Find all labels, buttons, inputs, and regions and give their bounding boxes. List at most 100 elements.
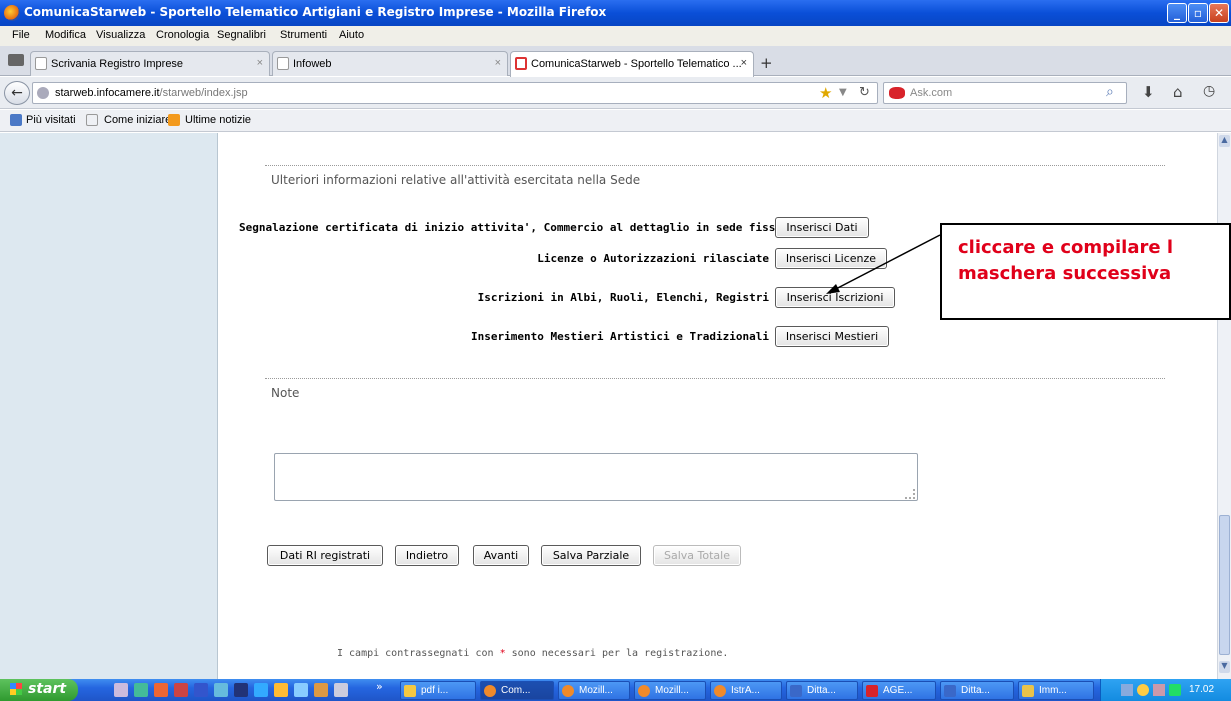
scrollbar-thumb[interactable]: [1219, 515, 1230, 655]
indietro-button[interactable]: Indietro: [395, 545, 459, 566]
reload-icon[interactable]: ↻: [859, 85, 870, 100]
quicklaunch-icon[interactable]: [334, 683, 348, 697]
more-icon[interactable]: »: [376, 680, 383, 693]
callout-box: cliccare e compilare l maschera successi…: [940, 223, 1231, 320]
close-button[interactable]: ✕: [1209, 3, 1229, 23]
word-icon: [790, 685, 802, 697]
page-icon: [35, 57, 47, 70]
required-fields-note: I campi contrassegnati con * sono necess…: [337, 648, 729, 659]
quicklaunch-icon[interactable]: [194, 683, 208, 697]
menu-visualizza[interactable]: Visualizza: [96, 29, 145, 41]
search-icon[interactable]: ⌕: [1106, 84, 1114, 100]
tab-close-icon[interactable]: ×: [495, 57, 501, 69]
page-icon: [86, 114, 98, 126]
quicklaunch-icon[interactable]: [114, 683, 128, 697]
history-icon[interactable]: ◷: [1203, 83, 1215, 99]
taskbar-item-active[interactable]: Com...: [480, 681, 554, 700]
system-tray: 17.02: [1100, 679, 1231, 701]
new-tab-button[interactable]: +: [760, 54, 773, 72]
avanti-button[interactable]: Avanti: [473, 545, 529, 566]
vertical-scrollbar[interactable]: ▲ ▼: [1217, 133, 1231, 679]
dropdown-icon[interactable]: ▼: [839, 87, 847, 98]
firefox-icon: [638, 685, 650, 697]
tray-icon[interactable]: [1169, 684, 1181, 696]
window-title: ComunicaStarweb - Sportello Telematico A…: [24, 5, 607, 19]
bookmarks-toolbar: Più visitati Come iniziare Ultime notizi…: [0, 110, 1231, 132]
page-icon: [277, 57, 289, 70]
left-panel: [0, 133, 218, 679]
url-path: /starweb/index.jsp: [159, 87, 248, 99]
menu-segnalibri[interactable]: Segnalibri: [217, 29, 266, 41]
search-engine-label: Ask.com: [910, 87, 953, 99]
label-scia: Segnalazione certificata di inizio attiv…: [239, 221, 783, 234]
tray-icon[interactable]: [1153, 684, 1165, 696]
taskbar-item[interactable]: Ditta...: [940, 681, 1014, 700]
network-icon[interactable]: [1121, 684, 1133, 696]
quicklaunch-icon[interactable]: [134, 683, 148, 697]
menu-aiuto[interactable]: Aiuto: [339, 29, 364, 41]
globe-icon: [37, 87, 49, 99]
quicklaunch-icon[interactable]: [314, 683, 328, 697]
menu-file[interactable]: File: [12, 29, 30, 41]
tray-icon[interactable]: [1137, 684, 1149, 696]
search-box[interactable]: Ask.com ⌕: [883, 82, 1127, 104]
ask-logo-icon: [889, 87, 905, 99]
maximize-button[interactable]: ▫: [1188, 3, 1208, 23]
bookmark-ultime-notizie[interactable]: Ultime notizie: [185, 114, 251, 126]
note-textarea[interactable]: [274, 453, 918, 501]
image-icon: [1022, 685, 1034, 697]
tab-comunicastarweb[interactable]: ComunicaStarweb - Sportello Telematico .…: [510, 51, 754, 77]
most-visited-icon: [10, 114, 22, 126]
taskbar-item[interactable]: Imm...: [1018, 681, 1094, 700]
tab-scrivania[interactable]: Scrivania Registro Imprese ×: [30, 51, 270, 76]
salva-parziale-button[interactable]: Salva Parziale: [541, 545, 641, 566]
scroll-up-arrow-icon[interactable]: ▲: [1219, 135, 1230, 147]
inserisci-mestieri-button[interactable]: Inserisci Mestieri: [775, 326, 889, 347]
taskbar-item[interactable]: Mozill...: [558, 681, 630, 700]
bookmark-come-iniziare[interactable]: Come iniziare: [104, 114, 171, 126]
tab-infoweb[interactable]: Infoweb ×: [272, 51, 508, 76]
quicklaunch-icon[interactable]: [174, 683, 188, 697]
divider: [265, 165, 1165, 166]
menu-cronologia[interactable]: Cronologia: [156, 29, 209, 41]
firefox-icon: [714, 685, 726, 697]
infocamere-icon: [515, 57, 527, 70]
tab-close-icon[interactable]: ×: [257, 57, 263, 69]
home-icon[interactable]: ⌂: [1173, 83, 1183, 101]
dati-ri-registrati-button[interactable]: Dati RI registrati: [267, 545, 383, 566]
bookmark-star-icon[interactable]: ★: [819, 84, 832, 102]
taskbar-item[interactable]: IstrA...: [710, 681, 782, 700]
divider: [265, 378, 1165, 379]
menu-strumenti[interactable]: Strumenti: [280, 29, 327, 41]
tab-bar: Scrivania Registro Imprese × Infoweb × C…: [0, 46, 1231, 77]
window-title-bar[interactable]: ComunicaStarweb - Sportello Telematico A…: [0, 0, 1231, 26]
clock[interactable]: 17.02: [1189, 684, 1214, 695]
quicklaunch-icon[interactable]: [294, 683, 308, 697]
quicklaunch-icon[interactable]: [234, 683, 248, 697]
scroll-down-arrow-icon[interactable]: ▼: [1219, 661, 1230, 673]
printer-icon[interactable]: [8, 54, 24, 66]
salva-totale-button: Salva Totale: [653, 545, 741, 566]
quicklaunch-icon[interactable]: [214, 683, 228, 697]
firefox-icon: [4, 5, 20, 21]
start-button[interactable]: start: [0, 679, 78, 701]
callout-arrow: [826, 234, 941, 294]
bookmark-piu-visitati[interactable]: Più visitati: [26, 114, 76, 126]
resize-handle[interactable]: [905, 489, 915, 499]
quicklaunch-icon[interactable]: [154, 683, 168, 697]
download-icon[interactable]: ⬇: [1142, 83, 1155, 101]
url-bar[interactable]: starweb.infocamere.it/starweb/index.jsp …: [32, 82, 878, 104]
menu-modifica[interactable]: Modifica: [45, 29, 86, 41]
back-arrow-icon[interactable]: ←: [4, 81, 30, 105]
quicklaunch-icon[interactable]: [274, 683, 288, 697]
quicklaunch-icon[interactable]: [254, 683, 268, 697]
windows-logo-icon: [10, 683, 22, 695]
tab-close-icon[interactable]: ×: [741, 57, 747, 69]
minimize-button[interactable]: _: [1167, 3, 1187, 23]
taskbar-item[interactable]: Ditta...: [786, 681, 858, 700]
taskbar-item[interactable]: Mozill...: [634, 681, 706, 700]
taskbar-item[interactable]: AGE...: [862, 681, 936, 700]
label-iscrizioni: Iscrizioni in Albi, Ruoli, Elenchi, Regi…: [477, 291, 769, 304]
taskbar-item[interactable]: pdf i...: [400, 681, 476, 700]
section-title: Ulteriori informazioni relative all'atti…: [271, 173, 641, 187]
